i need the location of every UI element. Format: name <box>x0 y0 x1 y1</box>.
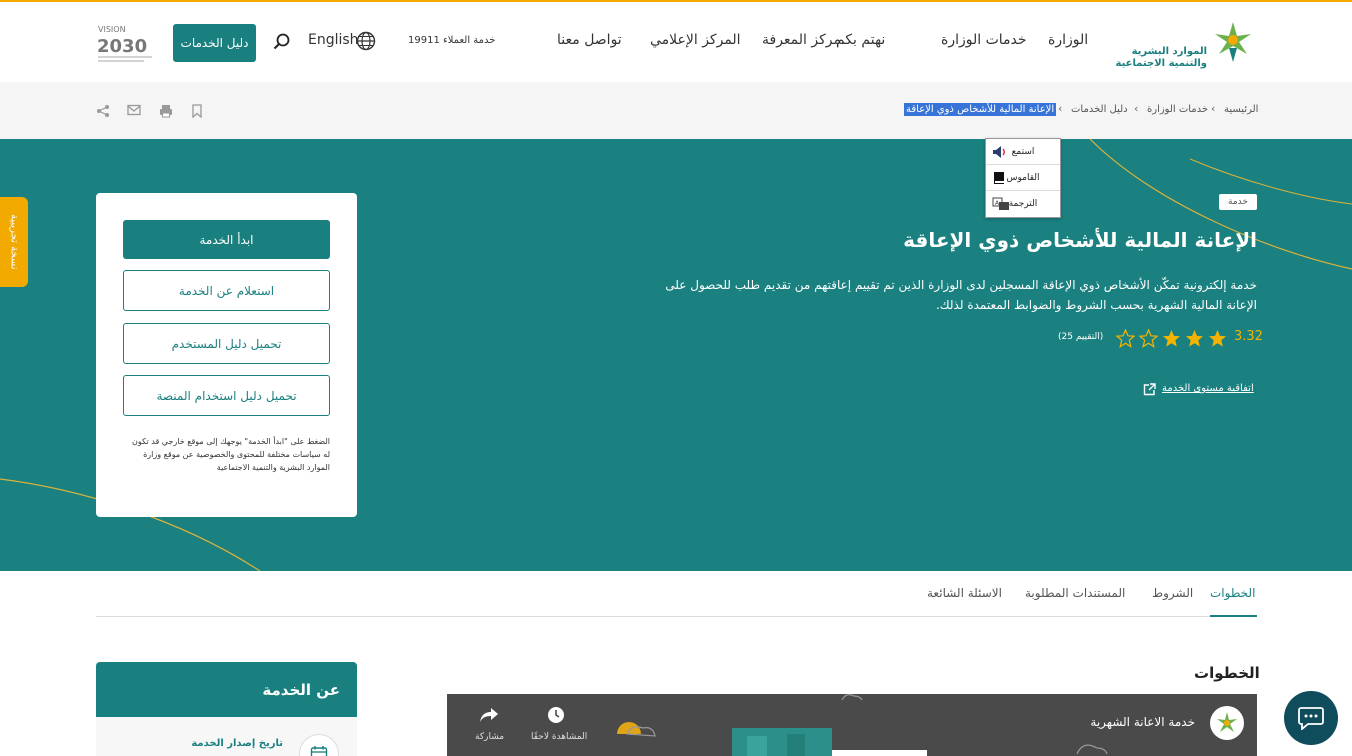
beta-version-tab[interactable]: نسخة تجريبية <box>0 197 28 287</box>
external-site-note: الضغط على "ابدأ الخدمة" يوجهك إلى موقع خ… <box>132 437 330 472</box>
tab-required-documents[interactable]: المستندات المطلوبة <box>1025 586 1125 600</box>
clock-icon[interactable] <box>547 706 565 724</box>
menu-item-label: الترجمة <box>1008 199 1038 209</box>
selection-context-menu: استمع القاموس A الترجمة <box>985 138 1061 218</box>
rating-count: (التقييم 25) <box>1058 332 1104 342</box>
menu-item-label: القاموس <box>1006 172 1040 183</box>
menu-item-listen[interactable]: استمع <box>986 139 1060 165</box>
star-filled-icon[interactable] <box>1162 329 1181 348</box>
chat-button[interactable] <box>1284 691 1338 745</box>
chevron-left-icon: ‹ <box>1211 102 1216 115</box>
breadcrumb-home[interactable]: الرئيسية <box>1224 104 1258 115</box>
service-hero: نسخة تجريبية خدمة الإعانة المالية للأشخا… <box>0 139 1352 571</box>
steps-heading: الخطوات <box>1194 664 1260 682</box>
breadcrumb-ministry-services[interactable]: خدمات الوزارة <box>1147 104 1208 115</box>
star-filled-icon[interactable] <box>1185 329 1204 348</box>
inquiry-button[interactable]: استعلام عن الخدمة <box>123 270 330 311</box>
download-platform-guide-button[interactable]: تحميل دليل استخدام المنصة <box>123 375 330 416</box>
sla-link[interactable]: اتفاقية مستوى الخدمة <box>1162 383 1254 394</box>
nav-media-center[interactable]: المركز الإعلامي <box>650 32 741 48</box>
tab-conditions[interactable]: الشروط <box>1152 586 1193 600</box>
globe-icon[interactable] <box>356 31 376 51</box>
search-icon[interactable] <box>273 33 291 51</box>
video-title[interactable]: خدمة الاعانة الشهرية <box>1090 715 1195 729</box>
tab-steps[interactable]: الخطوات <box>1210 586 1255 600</box>
nav-ministry-services[interactable]: خدمات الوزارة <box>941 32 1027 48</box>
language-switch[interactable]: English <box>308 32 359 48</box>
star-filled-icon[interactable] <box>1208 329 1227 348</box>
breadcrumb-current: الإعانة المالية للأشخاص ذوي الإعاقة <box>904 103 1057 116</box>
nav-contact-us[interactable]: تواصل معنا <box>557 32 622 48</box>
menu-item-translate[interactable]: A الترجمة <box>986 191 1060 217</box>
logo-text: الموارد البشرية والتنمية الاجتماعية <box>1115 46 1208 69</box>
service-tabs: الخطوات الشروط المستندات المطلوبة الاسئل… <box>96 571 1257 617</box>
share-arrow-icon[interactable] <box>479 706 499 724</box>
service-video-player[interactable]: خدمة الاعانة الشهرية المشاهدة لاحقًا مشا… <box>447 694 1257 756</box>
translate-icon: A <box>992 197 1009 210</box>
chevron-left-icon: ‹ <box>1134 102 1139 115</box>
vision-label: VISION <box>98 25 126 34</box>
rating-value: 3.32 <box>1234 329 1263 344</box>
menu-item-label: استمع <box>1011 146 1035 157</box>
chevron-left-icon: ‹ <box>1058 102 1063 115</box>
breadcrumb: الرئيسية ‹ خدمات الوزارة ‹ دليل الخدمات … <box>0 82 1352 139</box>
site-header: الموارد البشرية والتنمية الاجتماعية الوز… <box>0 2 1352 82</box>
share-icon[interactable] <box>96 104 110 118</box>
nav-knowledge-center[interactable]: مركز المعرفة <box>762 32 841 48</box>
start-service-button[interactable]: ابدأ الخدمة <box>123 220 330 259</box>
share-label[interactable]: مشاركة <box>475 732 504 742</box>
menu-item-dictionary[interactable]: القاموس <box>986 165 1060 191</box>
star-empty-icon[interactable] <box>1116 329 1135 348</box>
watch-later-label[interactable]: المشاهدة لاحقًا <box>531 732 587 742</box>
book-icon <box>994 172 1004 184</box>
nav-we-care[interactable]: نهتم بكم <box>836 32 885 48</box>
service-tag: خدمة <box>1219 194 1257 210</box>
print-icon[interactable] <box>159 104 173 118</box>
chat-icon <box>1298 707 1324 730</box>
download-user-guide-button[interactable]: تحميل دليل المستخدم <box>123 323 330 364</box>
calendar-icon <box>310 746 328 756</box>
customer-service-hotline[interactable]: خدمة العملاء 19911 <box>408 35 495 46</box>
email-icon[interactable] <box>127 104 141 116</box>
active-tab-indicator <box>1210 615 1257 617</box>
vision-year: 2030 <box>97 36 147 57</box>
service-actions-card: ابدأ الخدمة استعلام عن الخدمة تحميل دليل… <box>96 193 357 517</box>
page-title: الإعانة المالية للأشخاص ذوي الإعاقة <box>903 228 1257 252</box>
external-link-icon[interactable] <box>1143 383 1156 396</box>
breadcrumb-services-guide[interactable]: دليل الخدمات <box>1071 104 1128 115</box>
ministry-logo-icon <box>1217 712 1237 732</box>
services-guide-button[interactable]: دليل الخدمات <box>173 24 256 62</box>
bookmark-icon[interactable] <box>192 104 202 118</box>
about-service-panel: عن الخدمة تاريخ إصدار الخدمة <box>96 662 357 756</box>
channel-avatar[interactable] <box>1210 706 1244 740</box>
service-description: خدمة إلكترونية تمكّن الأشخاص ذوي الإعاقة… <box>665 278 1257 312</box>
star-empty-icon[interactable] <box>1139 329 1158 348</box>
speaker-icon <box>993 146 1005 158</box>
release-date-label: تاريخ إصدار الخدمة <box>191 738 283 749</box>
tab-faq[interactable]: الاسئلة الشائعة <box>927 586 1002 600</box>
about-heading: عن الخدمة <box>96 662 357 717</box>
nav-ministry[interactable]: الوزارة <box>1048 32 1088 48</box>
vision-2030-logo[interactable]: VISION 2030 <box>96 22 156 66</box>
